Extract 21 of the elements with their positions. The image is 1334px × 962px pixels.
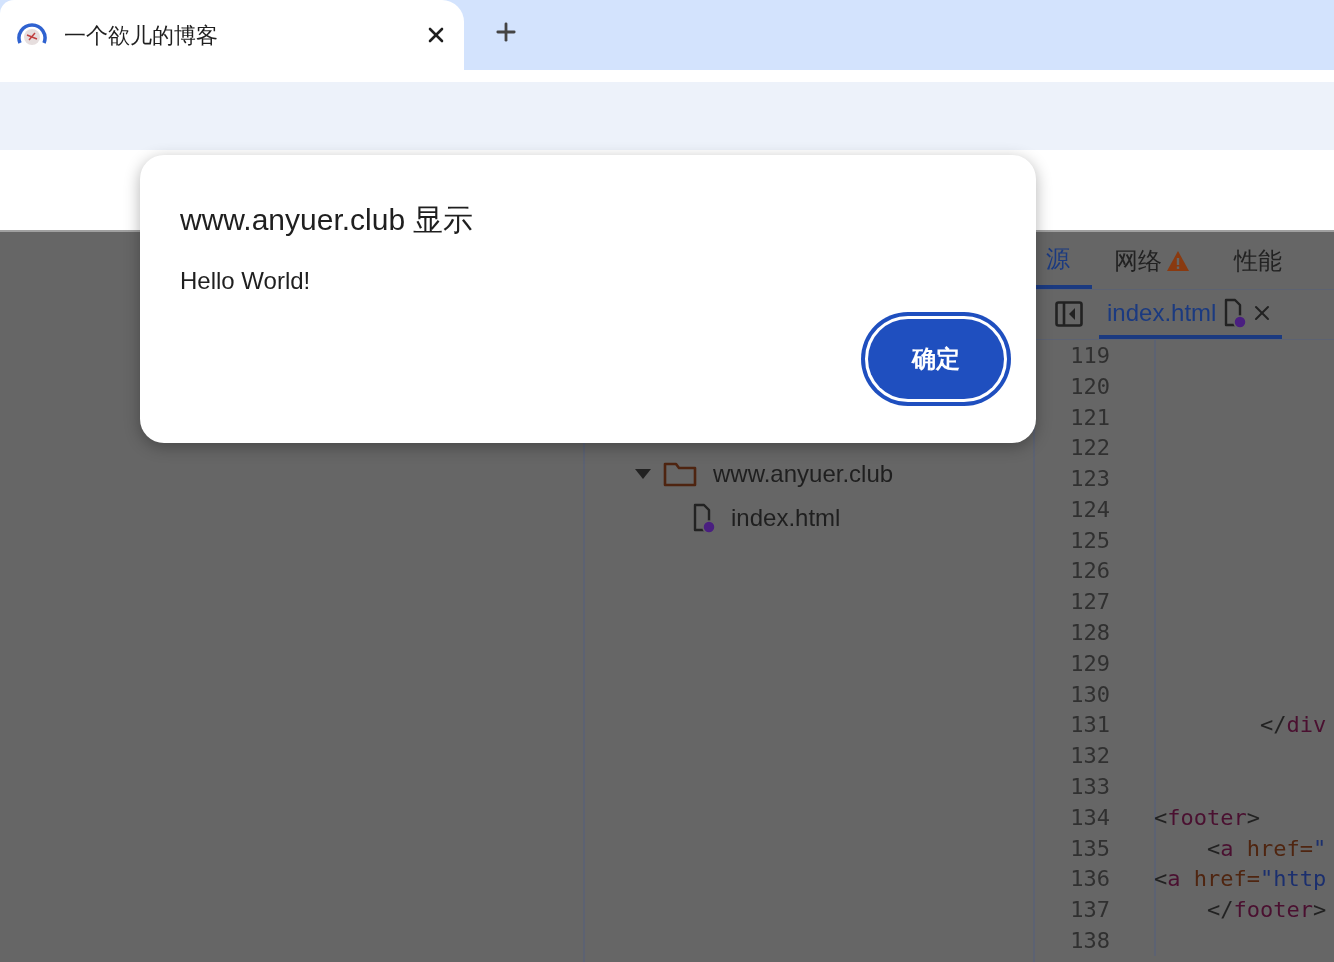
tree-item[interactable]: index.html xyxy=(585,496,1033,540)
file-icon xyxy=(693,503,715,533)
panel-tab[interactable]: 性能 xyxy=(1212,232,1304,289)
code-line: <footer> xyxy=(1154,803,1260,832)
dialog-message: Hello World! xyxy=(180,265,311,296)
tree-item[interactable]: www.anyuer.club xyxy=(585,452,1033,496)
tree-label: index.html xyxy=(731,503,841,533)
code-line: <a href="http xyxy=(1154,865,1327,894)
code-line: <a href=" xyxy=(1205,834,1327,863)
code-line: </footer> xyxy=(1205,896,1327,925)
code-line: </div xyxy=(1258,711,1327,740)
file-icon xyxy=(1224,297,1247,328)
warning-icon xyxy=(1166,249,1190,272)
panel-tab[interactable]: 网络 xyxy=(1092,232,1212,289)
tab-title: 一个欲儿的博客 xyxy=(64,21,218,50)
dialog-title: www.anyuer.club 显示 xyxy=(180,202,474,238)
sidebar-toggle-icon[interactable] xyxy=(1055,301,1083,327)
tree-label: www.anyuer.club xyxy=(713,459,894,489)
folder-icon xyxy=(663,461,697,487)
file-tab[interactable]: index.html xyxy=(1099,290,1283,339)
expand-arrow-icon[interactable] xyxy=(635,469,651,479)
